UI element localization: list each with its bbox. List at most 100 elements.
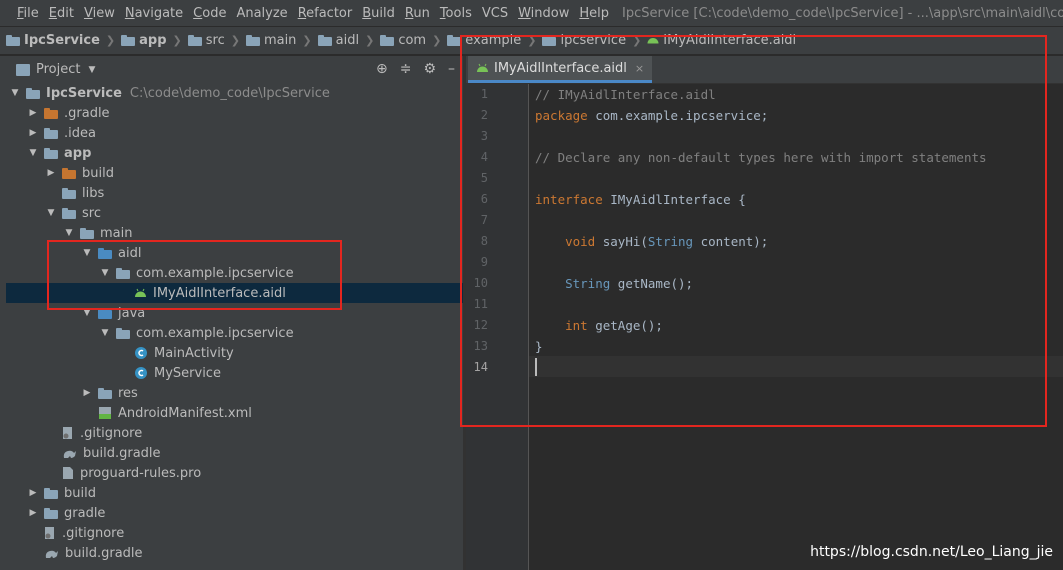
breadcrumb-label: app [139,33,167,48]
breadcrumb-item[interactable]: aidl [317,33,359,48]
menu-help[interactable]: Help [574,6,614,21]
module-icon [121,35,136,46]
menu-refactor[interactable]: Refactor [293,6,358,21]
menu-tools[interactable]: Tools [435,6,477,21]
chevron-down-icon[interactable]: ▼ [82,248,92,258]
tree-item[interactable]: ▶ build [6,163,463,183]
chevron-right-icon[interactable]: ▶ [28,488,38,498]
tree-item[interactable]: .gitignore [6,423,463,443]
tree-item-path: C:\code\demo_code\IpcService [129,85,330,101]
menu-mnemonic: B [362,5,372,21]
tree-item[interactable]: ▶ res [6,383,463,403]
chevron-down-icon[interactable]: ▼ [100,268,110,278]
class-icon [134,366,148,380]
menu-mnemonic: C [193,5,203,21]
menu-vcs[interactable]: VCS [477,6,513,21]
locate-icon[interactable]: ⊕ [376,61,388,77]
chevron-down-icon[interactable]: ▼ [88,65,95,75]
chevron-right-icon[interactable]: ▶ [28,108,38,118]
chevron-down-icon[interactable]: ▼ [10,88,20,98]
collapse-all-icon[interactable]: ≑ [400,61,412,77]
tree-item[interactable]: .gitignore [6,523,463,543]
menu-label: VCS [481,5,509,21]
tree-item[interactable]: ▼ com.example.ipcservice [6,263,463,283]
line-number: 2 [480,108,488,122]
menu-mnemonic: E [48,5,57,21]
tree-item[interactable]: ▶ .idea [6,123,463,143]
android-icon [134,288,147,298]
code-token: getName(); [610,276,694,291]
code-editor[interactable]: // IMyAidlInterface.aidl package com.exam… [529,84,1063,570]
line-number: 9 [480,255,488,269]
hide-icon[interactable]: – [448,61,455,77]
menu-analyze[interactable]: Analyze [231,6,292,21]
tree-item[interactable]: ▼ main [6,223,463,243]
chevron-right-icon[interactable]: ▶ [46,168,56,178]
chevron-down-icon[interactable]: ▼ [64,228,74,238]
code-token: // Declare any non-default types here wi… [535,150,987,165]
tree-item-selected[interactable]: IMyAidlInterface.aidl [6,283,463,303]
chevron-down-icon[interactable]: ▼ [28,148,38,158]
module-icon [26,87,40,99]
chevron-right-icon: ❯ [230,34,240,47]
menu-navigate[interactable]: Navigate [120,6,188,21]
tab-imyaidlinterface[interactable]: IMyAidlInterface.aidl × [468,56,653,83]
tree-item[interactable]: AndroidManifest.xml [6,403,463,423]
tree-item[interactable]: proguard-rules.pro [6,463,463,483]
close-icon[interactable]: × [635,62,644,75]
tree-item[interactable]: ▼ app [6,143,463,163]
menu-view[interactable]: View [79,6,120,21]
menu-file[interactable]: File [12,6,44,21]
breadcrumb-item[interactable]: app [121,33,167,48]
breadcrumb-label: ipcservice [560,33,627,48]
tree-item-label: build.gradle [83,445,161,461]
chevron-right-icon[interactable]: ▶ [28,508,38,518]
tree-item[interactable]: MyService [6,363,463,383]
gradle-icon [62,447,77,459]
folder-icon [44,487,58,499]
tree-item[interactable]: ▼ src [6,203,463,223]
line-number-gutter: 1 2 3 4 5 6 7 8 9 10 11 12 13 14 [466,84,529,570]
folder-icon [542,35,557,46]
tree-item[interactable]: ▶ gradle [6,503,463,523]
breadcrumb-item[interactable]: IpcService [6,33,100,48]
tree-item[interactable]: ▼ IpcService C:\code\demo_code\IpcService [6,83,463,103]
code-token: getAge(); [587,318,663,333]
menu-run[interactable]: Run [400,6,435,21]
tree-item[interactable]: MainActivity [6,343,463,363]
breadcrumb-item[interactable]: IMyAidlInterface.aidl [647,33,796,48]
tree-item[interactable]: ▼ java [6,303,463,323]
tree-item[interactable]: ▶ .gradle [6,103,463,123]
code-line: int getAge(); [535,318,663,333]
menu-edit[interactable]: Edit [44,6,79,21]
chevron-down-icon[interactable]: ▼ [46,208,56,218]
menu-build[interactable]: Build [357,6,400,21]
tree-item[interactable]: ▼ com.example.ipcservice [6,323,463,343]
breadcrumb-item[interactable]: src [187,33,225,48]
project-view-selector[interactable]: Project [36,62,80,77]
breadcrumb-item[interactable]: ipcservice [542,33,626,48]
tree-item[interactable]: ▶ build [6,483,463,503]
chevron-right-icon[interactable]: ▶ [82,388,92,398]
source-folder-icon [98,307,112,319]
chevron-down-icon[interactable]: ▼ [100,328,110,338]
chevron-right-icon[interactable]: ▶ [28,128,38,138]
tree-item[interactable]: build.gradle [6,443,463,463]
tree-item[interactable]: build.gradle [6,543,463,563]
gear-icon[interactable]: ⚙ [423,61,436,77]
watermark: https://blog.csdn.net/Leo_Liang_jie [810,544,1053,560]
menu-code[interactable]: Code [188,6,231,21]
menu-window[interactable]: Window [513,6,574,21]
tree-item[interactable]: libs [6,183,463,203]
tree-item-label: java [118,305,146,321]
tree-item-label: IpcService [46,85,122,101]
chevron-down-icon[interactable]: ▼ [82,308,92,318]
breadcrumb-item[interactable]: com [380,33,426,48]
tree-item-label: .gitignore [80,425,143,441]
breadcrumb-item[interactable]: main [245,33,296,48]
tree-item[interactable]: ▼ aidl [6,243,463,263]
project-toolbar: ⊕ ≑ ⚙ – [376,61,455,77]
breadcrumb-item[interactable]: example [447,33,521,48]
tree-item-label: .idea [64,125,96,141]
